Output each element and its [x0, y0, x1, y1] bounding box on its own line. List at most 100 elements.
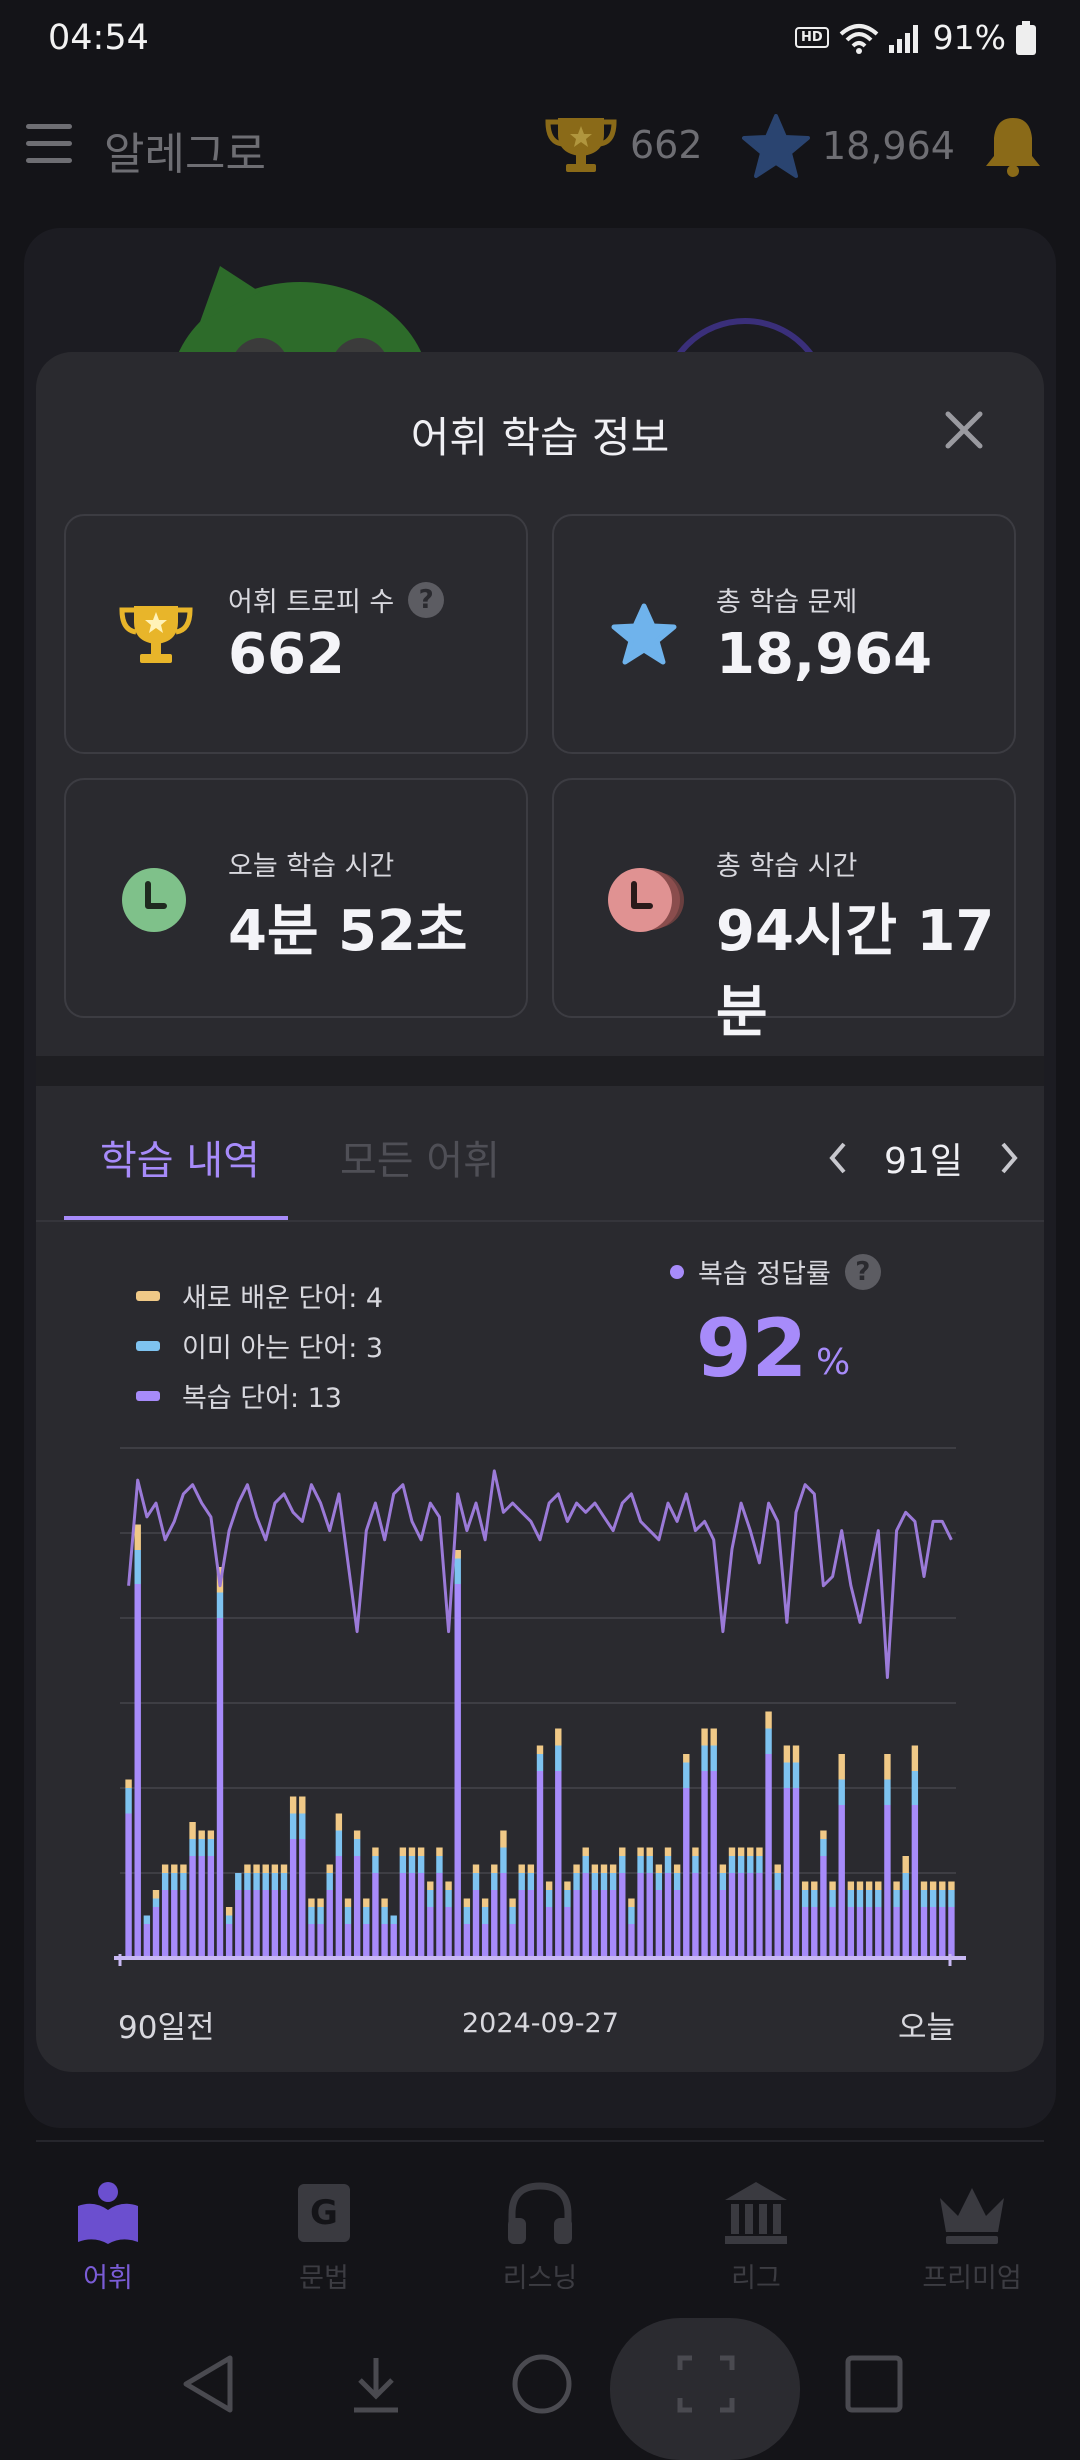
chart-bar-segment — [299, 1796, 306, 1814]
total-time-label-row: 총 학습 시간 — [716, 844, 857, 883]
chart-bar-segment — [381, 1924, 388, 1958]
nav-grammar-label: 문법 — [299, 2263, 349, 2294]
crown-icon — [940, 2188, 1004, 2244]
chart-bar-segment — [271, 1864, 279, 1873]
chart-bar-segment — [326, 1890, 333, 1958]
bell-icon[interactable] — [982, 114, 1044, 178]
legend-review-label: 복습 단어: 13 — [182, 1383, 342, 1414]
chart-bar-segment — [783, 1788, 791, 1958]
chevron-right-icon[interactable] — [997, 1140, 1021, 1176]
chart-bar-segment — [646, 1873, 653, 1958]
chart-bar-segment — [747, 1873, 754, 1958]
chart-bar-segment — [289, 1796, 297, 1814]
chart-bar-segment — [454, 1558, 461, 1584]
chart-bar-segment — [216, 1618, 224, 1958]
chart-bar-segment — [171, 1890, 178, 1958]
chart-bar-segment — [491, 1873, 498, 1890]
chart-bar-segment — [500, 1830, 507, 1848]
screenshot-icon[interactable] — [676, 2352, 736, 2416]
chart-bar-segment — [820, 1839, 827, 1856]
chart-bar-segment — [701, 1728, 708, 1746]
header-trophy-stat[interactable]: 662 — [544, 114, 703, 176]
chart-bar-segment — [518, 1873, 525, 1890]
chart-bar-segment — [152, 1898, 160, 1907]
total-questions-label: 총 학습 문제 — [716, 587, 858, 618]
nav-vocab[interactable]: 어휘 — [28, 2180, 188, 2295]
chart-bar-segment — [335, 1830, 343, 1856]
chart-bar-segment — [756, 1873, 763, 1958]
chart-bar-segment — [884, 1754, 891, 1780]
hd-voice-icon: HD — [794, 27, 829, 48]
chart-bar-segment — [207, 1856, 215, 1958]
chart-bar-segment — [902, 1890, 909, 1958]
nav-league[interactable]: 리그 — [676, 2180, 836, 2295]
chart-bar-segment — [774, 1864, 781, 1873]
accuracy-help-icon[interactable]: ? — [844, 1253, 881, 1290]
hamburger-menu-icon[interactable] — [26, 124, 72, 166]
chart-bar-segment — [427, 1907, 434, 1958]
chart-bar-segment — [838, 1805, 845, 1958]
total-time-card: 총 학습 시간 94시간 17분 — [552, 778, 1016, 1045]
back-icon[interactable] — [178, 2352, 238, 2416]
nav-premium[interactable]: 프리미엄 — [892, 2180, 1052, 2295]
chevron-left-icon[interactable] — [826, 1140, 850, 1176]
chart-bar-segment — [500, 1873, 507, 1958]
nav-vocab-label: 어휘 — [83, 2263, 133, 2294]
chart-bar-segment — [719, 1873, 727, 1890]
chart-bar-segment — [454, 1550, 461, 1559]
chart-bar-segment — [719, 1890, 727, 1958]
chart-bar-segment — [372, 1856, 379, 1873]
chart-bar-segment — [353, 1830, 361, 1839]
header-trophy-count: 662 — [630, 123, 703, 167]
chart-bar-segment — [134, 1550, 141, 1584]
header-star-stat[interactable]: 18,964 — [742, 114, 955, 178]
chart-bar-segment — [683, 1762, 690, 1788]
chart-bar-segment — [225, 1907, 233, 1916]
download-nav-icon[interactable] — [346, 2352, 406, 2416]
home-icon[interactable] — [510, 2352, 574, 2416]
chart-bar-segment — [381, 1898, 388, 1907]
chart-bar-segment — [811, 1890, 818, 1907]
close-icon[interactable] — [936, 402, 992, 458]
chart-bar-segment — [152, 1907, 160, 1958]
chart-bar-segment — [408, 1856, 416, 1873]
chart-bar-segment — [664, 1873, 672, 1958]
chart-bar-segment — [619, 1873, 626, 1958]
nav-listening[interactable]: 리스닝 — [460, 2180, 620, 2295]
nav-grammar[interactable]: G 문법 — [244, 2180, 404, 2295]
chart-bar-segment — [829, 1881, 836, 1890]
trophy-card: 어휘 트로피 수 ? 662 — [64, 514, 528, 754]
tab-all-vocab[interactable]: 모든 어휘 — [340, 1128, 500, 1186]
chart-bar-segment — [609, 1864, 617, 1873]
chart-bar-segment — [829, 1907, 836, 1958]
chart-bar-segment — [847, 1890, 855, 1907]
chart-bar-segment — [143, 1924, 151, 1958]
chart-bar-segment — [262, 1890, 269, 1958]
chart-bar-segment — [417, 1847, 425, 1856]
chart-bar-segment — [747, 1856, 754, 1873]
chart-bar-segment — [280, 1890, 288, 1958]
chart-bar-segment — [161, 1864, 169, 1873]
chart-bar-segment — [692, 1856, 699, 1873]
tab-learning-history[interactable]: 학습 내역 — [100, 1128, 260, 1186]
chart-bar-segment — [609, 1873, 617, 1890]
chart-bar-segment — [363, 1898, 370, 1907]
chart-bar-segment — [555, 1728, 562, 1746]
chart-bar-segment — [280, 1873, 288, 1890]
help-icon[interactable]: ? — [408, 581, 445, 618]
header-star-count: 18,964 — [822, 124, 955, 168]
chart-bar-segment — [701, 1745, 708, 1771]
legend-swatch-review — [136, 1390, 160, 1401]
chart-bar-segment — [463, 1898, 471, 1907]
chart-bar-segment — [573, 1873, 580, 1890]
chart-bar-segment — [399, 1856, 407, 1873]
chart-bar-segment — [335, 1856, 343, 1958]
chart-bar-segment — [372, 1847, 379, 1856]
chart-bar-segment — [555, 1745, 562, 1771]
chart-bar-segment — [637, 1847, 644, 1856]
chart-bar-segment — [774, 1873, 781, 1890]
nav-listening-label: 리스닝 — [502, 2263, 578, 2294]
recents-icon[interactable] — [844, 2352, 904, 2416]
chart-bar-segment — [783, 1745, 791, 1763]
system-nav-bar — [0, 2320, 1080, 2460]
